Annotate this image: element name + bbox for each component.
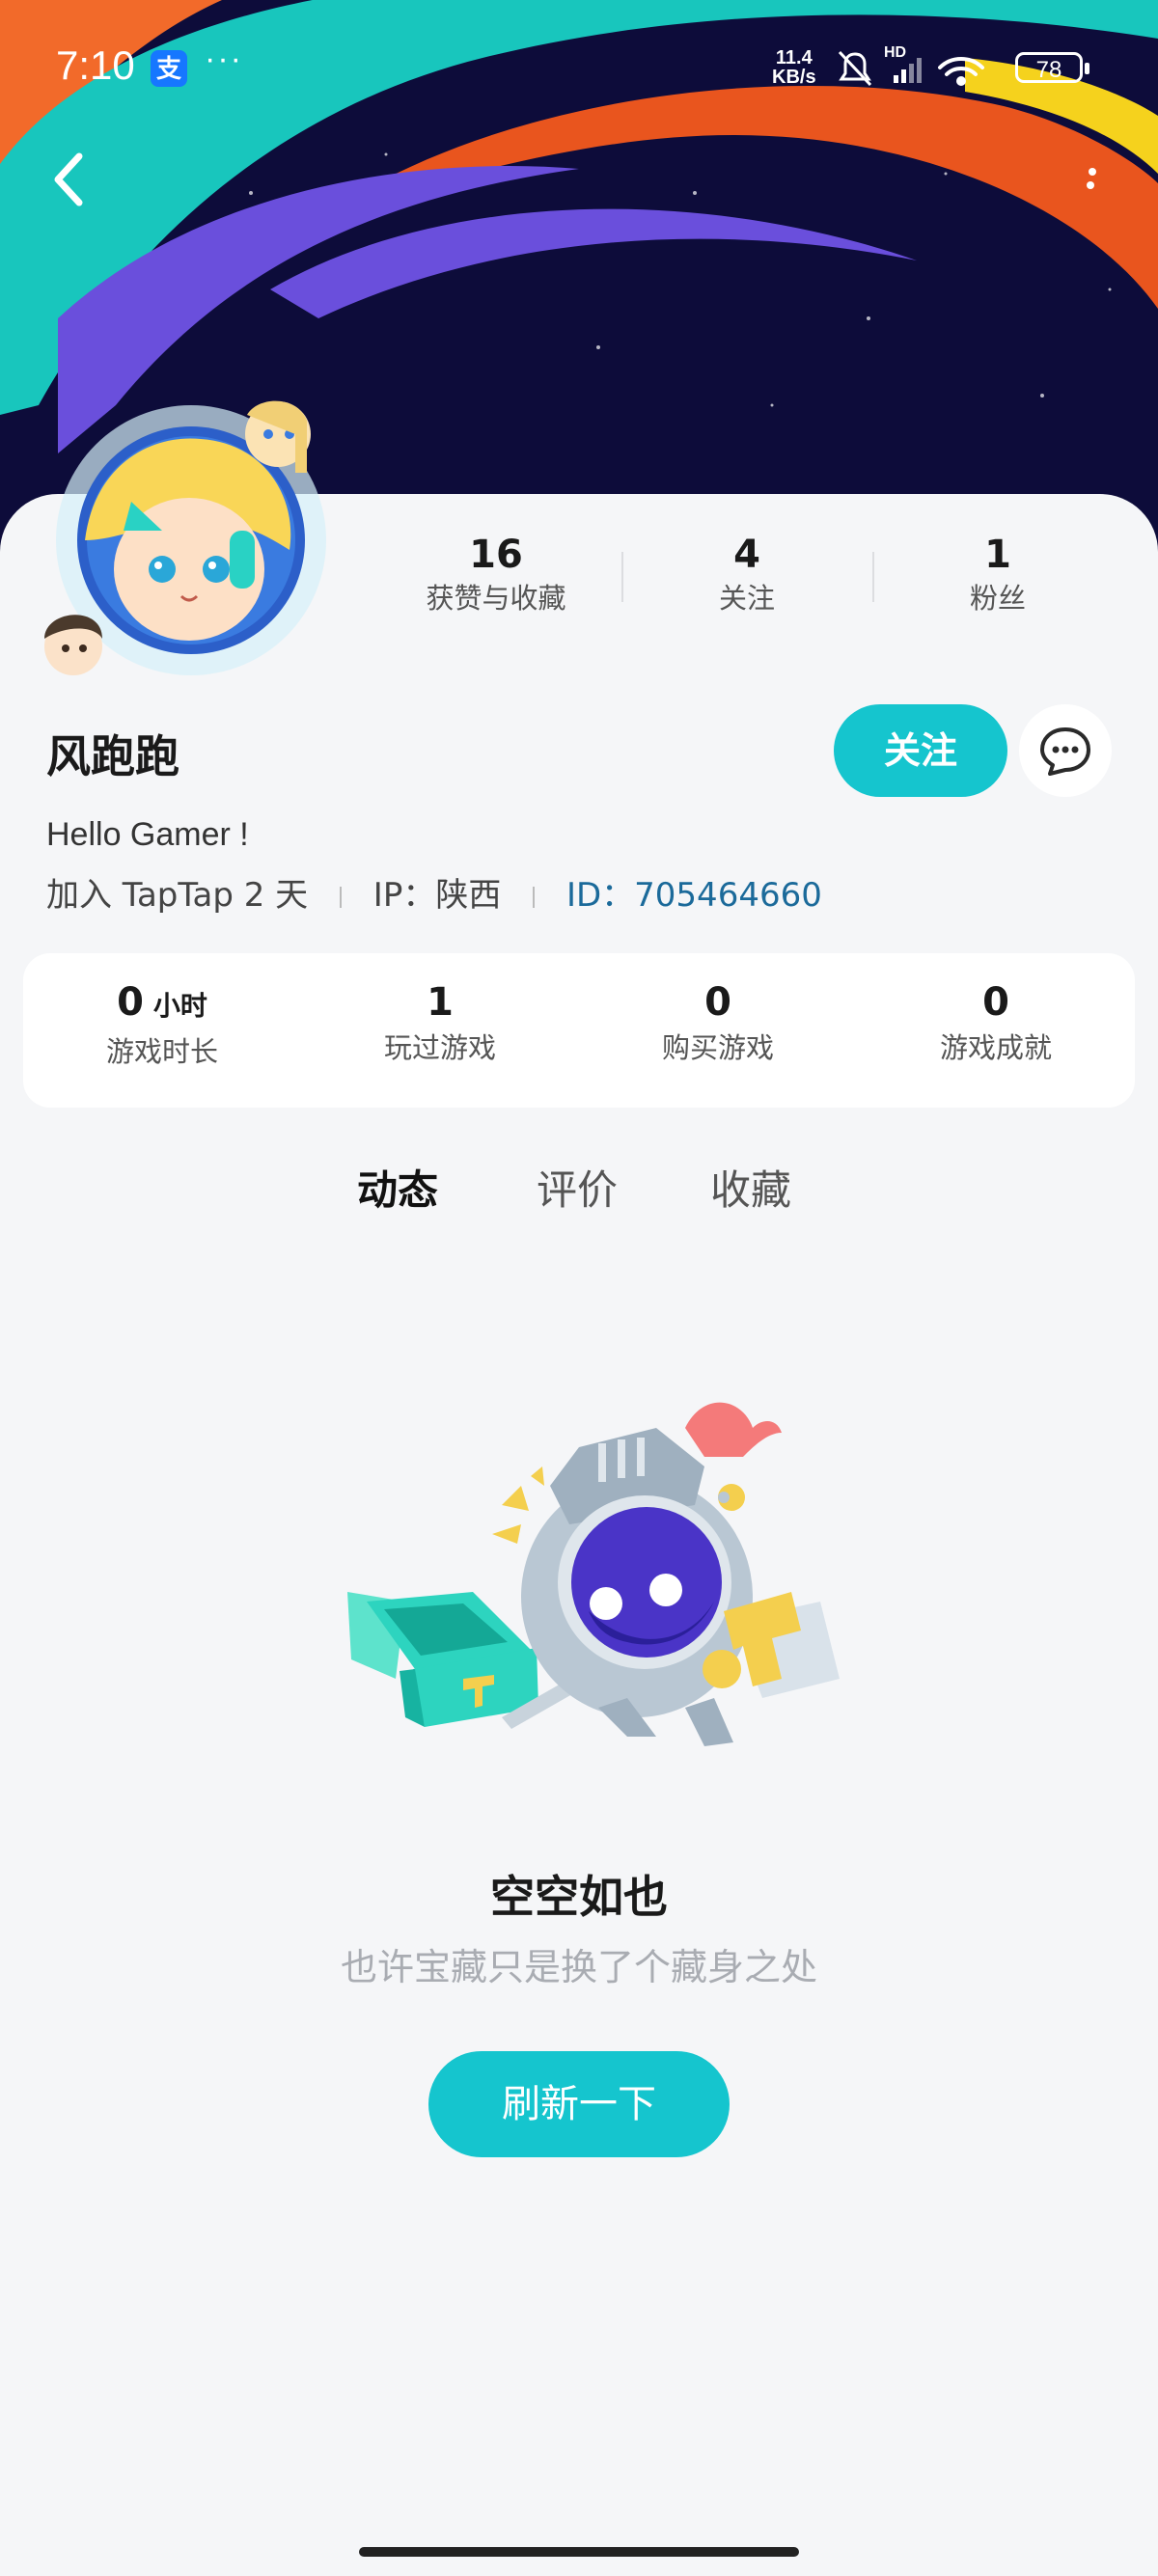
profile-meta: 加入 TapTap 2 天 IP：陕西 ID：705464660 xyxy=(46,872,822,918)
stat-games-played[interactable]: 1 玩过游戏 xyxy=(301,978,579,1067)
stat-label: 粉丝 xyxy=(969,582,1026,615)
stat-value: 1 xyxy=(427,980,454,1025)
battery-level: 78 xyxy=(1035,57,1062,83)
chevron-left-icon xyxy=(54,152,83,206)
user-bio: Hello Gamer ! xyxy=(46,816,249,853)
refresh-button[interactable]: 刷新一下 xyxy=(428,2051,730,2157)
status-time: 7:10 xyxy=(56,42,135,88)
stat-label: 购买游戏 xyxy=(661,1031,774,1064)
stat-value: 0 xyxy=(704,980,731,1025)
stat-likes-favorites[interactable]: 16 获赞与收藏 xyxy=(380,531,612,617)
chat-bubble-icon xyxy=(1040,727,1090,776)
network-speed: 11.4 KB/s xyxy=(772,48,816,87)
message-button[interactable] xyxy=(1019,704,1112,797)
stat-divider xyxy=(872,552,874,602)
wifi-icon xyxy=(938,57,984,86)
more-options-button[interactable] xyxy=(1071,154,1110,212)
profile-tabs: 动态 评价 收藏 xyxy=(0,1158,1158,1235)
join-info: 加入 TapTap 2 天 xyxy=(46,876,309,915)
meta-divider xyxy=(339,886,342,908)
stat-label: 关注 xyxy=(718,582,775,615)
stat-label: 获赞与收藏 xyxy=(426,582,566,615)
ip-location: IP：陕西 xyxy=(372,876,502,915)
stat-label: 游戏时长 xyxy=(105,1035,218,1068)
knight-treasure-icon xyxy=(347,1402,840,1746)
stat-games-purchased[interactable]: 0 购买游戏 xyxy=(579,978,857,1067)
battery-icon: 78 xyxy=(1015,52,1089,83)
stat-value: 4 xyxy=(733,533,760,577)
stat-value: 1 xyxy=(984,533,1011,577)
stat-followers[interactable]: 1 粉丝 xyxy=(882,531,1114,617)
stat-play-time[interactable]: 0 小时 游戏时长 xyxy=(23,978,301,1071)
stat-value: 16 xyxy=(469,533,523,577)
username: 风跑跑 xyxy=(46,730,179,782)
more-vertical-icon xyxy=(1087,168,1096,189)
signal-hd-label: HD xyxy=(884,44,907,61)
stat-label: 游戏成就 xyxy=(939,1031,1052,1064)
home-indicator[interactable] xyxy=(359,2547,799,2557)
meta-divider xyxy=(533,886,536,908)
follow-button[interactable]: 关注 xyxy=(834,704,1007,797)
stat-unit: 小时 xyxy=(152,990,207,1022)
empty-state-title: 空空如也 xyxy=(490,1871,668,1923)
user-id[interactable]: ID：705464660 xyxy=(566,872,822,918)
tab-favorites[interactable]: 收藏 xyxy=(710,1158,791,1217)
more-notifications-icon: ··· xyxy=(205,41,243,77)
network-speed-unit: KB/s xyxy=(772,67,816,88)
stat-achievements[interactable]: 0 游戏成就 xyxy=(857,978,1135,1067)
game-stats-panel: 0 小时 游戏时长 1 玩过游戏 0 购买游戏 0 游戏成就 xyxy=(23,953,1135,1108)
stat-value: 0 xyxy=(982,980,1009,1025)
empty-state-illustration xyxy=(338,1389,849,1756)
stat-label: 玩过游戏 xyxy=(383,1031,496,1064)
alipay-icon: 支 xyxy=(151,50,187,87)
stat-following[interactable]: 4 关注 xyxy=(631,531,863,617)
avatar-illustration xyxy=(44,400,326,675)
back-button[interactable] xyxy=(42,145,100,212)
stat-divider xyxy=(621,552,623,602)
social-stats: 16 获赞与收藏 4 关注 1 粉丝 xyxy=(367,531,1158,627)
mute-bell-icon xyxy=(838,50,872,87)
network-speed-value: 11.4 xyxy=(775,47,813,69)
status-bar: 7:10 支 ··· 11.4 KB/s HD 78 xyxy=(0,0,1158,135)
avatar[interactable] xyxy=(27,386,351,691)
empty-state-subtitle: 也许宝藏只是换了个藏身之处 xyxy=(340,1946,817,1988)
status-icons: HD xyxy=(836,44,1009,91)
tab-reviews[interactable]: 评价 xyxy=(537,1158,618,1217)
tab-feed[interactable]: 动态 xyxy=(357,1158,438,1217)
status-icons-svg xyxy=(838,50,984,87)
stat-value: 0 xyxy=(117,980,144,1025)
